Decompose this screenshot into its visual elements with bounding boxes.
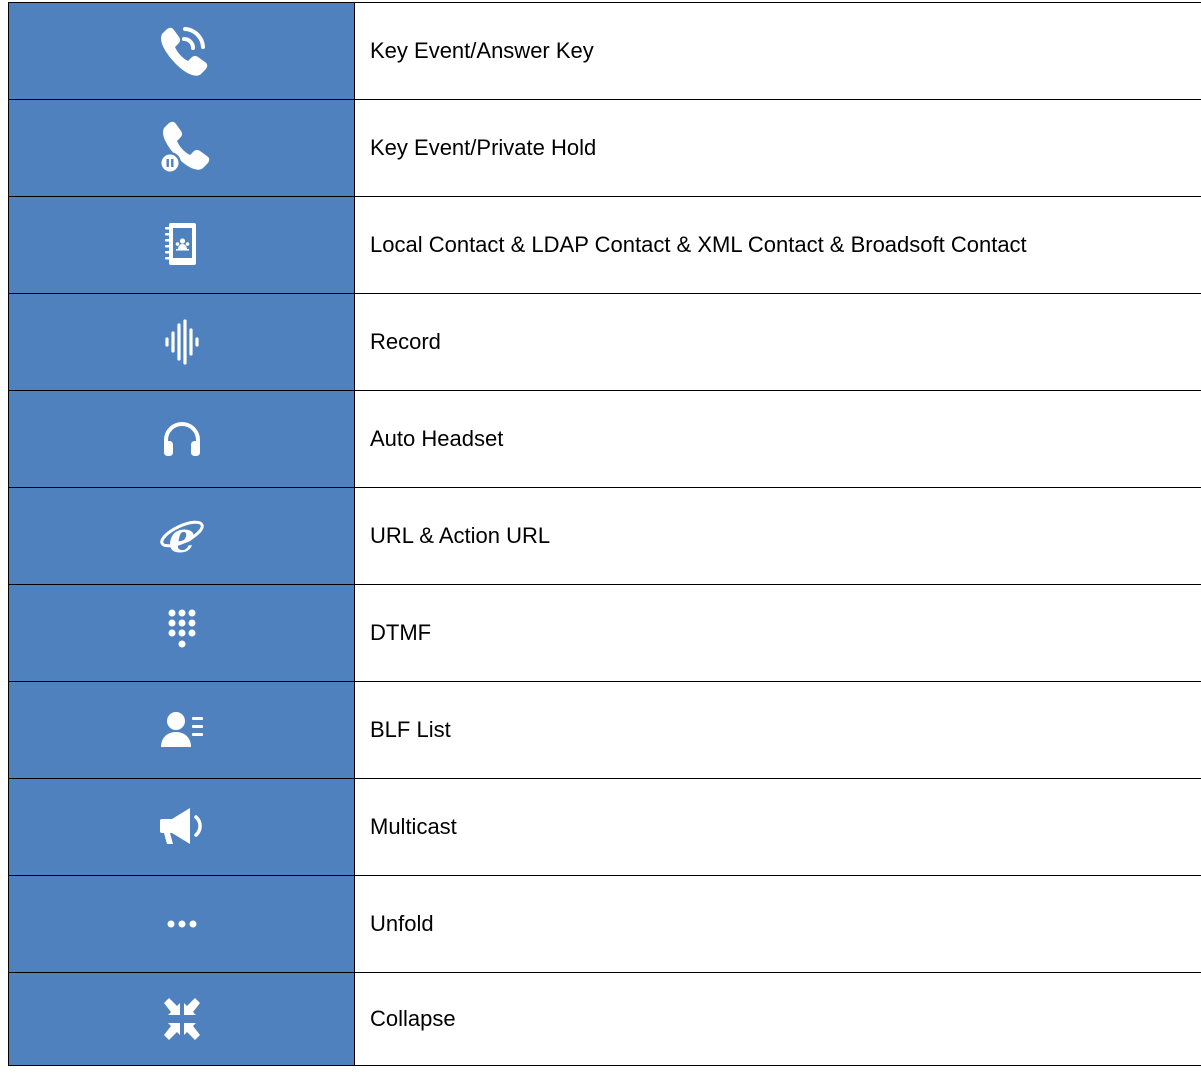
icon-legend-table: Key Event/Answer Key Key Event/Private H… bbox=[8, 2, 1201, 1066]
collapse-arrows-icon bbox=[163, 998, 200, 1040]
row-label: Key Event/Private Hold bbox=[354, 99, 1201, 197]
phone-answer-icon bbox=[160, 27, 207, 76]
ellipsis-icon bbox=[167, 920, 196, 928]
table-row: e URL & Action URL bbox=[8, 487, 1201, 585]
icon-cell bbox=[8, 390, 355, 488]
table-row: Key Event/Private Hold bbox=[8, 99, 1201, 197]
table-row: Local Contact & LDAP Contact & XML Conta… bbox=[8, 196, 1201, 294]
sound-wave-icon bbox=[164, 319, 199, 365]
row-label: Local Contact & LDAP Contact & XML Conta… bbox=[354, 196, 1201, 294]
row-label: BLF List bbox=[354, 681, 1201, 779]
icon-cell bbox=[8, 99, 355, 197]
icon-cell bbox=[8, 778, 355, 876]
table-row: Auto Headset bbox=[8, 390, 1201, 488]
table-row: Multicast bbox=[8, 778, 1201, 876]
table-row: Unfold bbox=[8, 875, 1201, 973]
phone-hold-icon bbox=[158, 121, 209, 174]
icon-cell bbox=[8, 2, 355, 100]
icon-cell bbox=[8, 584, 355, 682]
table-row: Collapse bbox=[8, 972, 1201, 1066]
dialpad-icon bbox=[168, 609, 195, 648]
row-label: Unfold bbox=[354, 875, 1201, 973]
internet-explorer-icon: e bbox=[159, 513, 204, 562]
contact-book-icon bbox=[164, 223, 196, 265]
megaphone-icon bbox=[159, 808, 202, 844]
row-label: Collapse bbox=[354, 972, 1201, 1066]
icon-cell bbox=[8, 196, 355, 294]
icon-cell bbox=[8, 972, 355, 1066]
icon-cell bbox=[8, 293, 355, 391]
table-row: BLF List bbox=[8, 681, 1201, 779]
row-label: Auto Headset bbox=[354, 390, 1201, 488]
table-row: Record bbox=[8, 293, 1201, 391]
row-label: Key Event/Answer Key bbox=[354, 2, 1201, 100]
row-label: Record bbox=[354, 293, 1201, 391]
row-label: DTMF bbox=[354, 584, 1201, 682]
icon-cell bbox=[8, 875, 355, 973]
icon-cell bbox=[8, 681, 355, 779]
table-row: Key Event/Answer Key bbox=[8, 2, 1201, 100]
headset-icon bbox=[163, 422, 200, 456]
row-label: URL & Action URL bbox=[354, 487, 1201, 585]
icon-cell: e bbox=[8, 487, 355, 585]
contact-list-icon bbox=[160, 712, 203, 747]
table-row: DTMF bbox=[8, 584, 1201, 682]
row-label: Multicast bbox=[354, 778, 1201, 876]
